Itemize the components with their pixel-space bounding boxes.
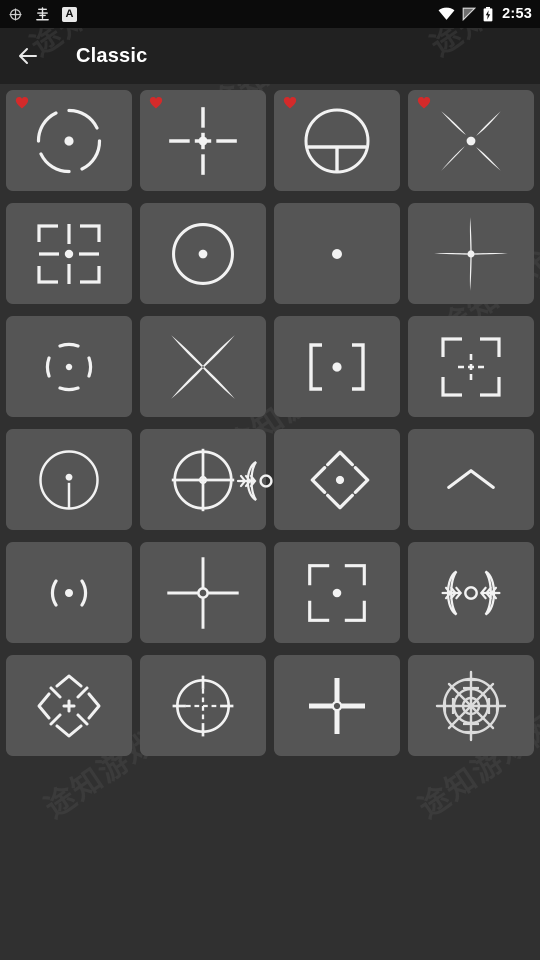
crosshair-tile-camera-frame-dot[interactable] (274, 542, 400, 643)
reticle-radar (435, 670, 507, 741)
crosshair-tile-circle-t-reticle[interactable] (274, 90, 400, 191)
back-button[interactable] (4, 32, 52, 80)
reticle-single-dot (332, 248, 342, 259)
reticle-thick-plus-circle (309, 677, 365, 734)
crosshair-app-icon (9, 8, 22, 20)
status-bar-right-icons: 2:53 (438, 6, 532, 22)
crosshair-tile-arcs-parens-dot[interactable] (6, 316, 132, 417)
translate-badge-icon: A (62, 6, 77, 22)
reticle-petal-frame-plus (37, 674, 101, 737)
game-overlay-icon (36, 6, 49, 20)
crosshair-grid (0, 84, 540, 756)
reticle-diamond-chevrons-dot (310, 450, 370, 509)
favorite-heart-icon[interactable] (149, 96, 163, 109)
crosshair-tile-thin-x[interactable] (140, 316, 266, 417)
crosshair-tile-brackets-dot[interactable] (274, 316, 400, 417)
reticle-plus-small-circle (167, 556, 239, 629)
crosshair-tile-plus-small-circle[interactable] (140, 542, 266, 643)
status-bar-clock: 2:53 (502, 6, 532, 22)
reticle-chevron-up (447, 468, 495, 489)
favorite-heart-icon[interactable] (283, 96, 297, 109)
crosshair-tile-diamond-chevrons-dot[interactable] (236, 429, 400, 530)
status-bar-left-icons: A (8, 6, 77, 22)
reticle-scope-circle-cross (171, 448, 235, 511)
crosshair-tile-chevron-up[interactable] (408, 429, 534, 530)
reticle-dashed-ring-dot (36, 108, 102, 173)
crosshair-tile-thin-tapered-plus[interactable] (408, 203, 534, 304)
crosshair-picker-screen: 途知游戏网 途知游戏网 途知游戏网 途知游戏网 途知游戏网 途知游戏网 途知游戏… (0, 0, 540, 960)
reticle-circle-dot-stem (39, 449, 99, 510)
reticle-arcs-parens-dot (45, 342, 93, 391)
favorite-heart-icon[interactable] (417, 96, 431, 109)
wifi-icon (438, 7, 455, 20)
crosshair-tile-thick-plus-circle[interactable] (274, 655, 400, 756)
reticle-scope-dotted-cross (172, 675, 234, 736)
reticle-frame-corners-plus (441, 336, 501, 397)
favorite-heart-icon[interactable] (15, 96, 29, 109)
crosshair-tile-feather-wings-circle[interactable] (408, 542, 534, 643)
reticle-feather-wings-circle (441, 570, 501, 615)
reticle-feather-wings-overflow (236, 461, 273, 501)
crosshair-tile-gapped-plus-dot[interactable] (140, 90, 266, 191)
reticle-camera-frame-dot (308, 563, 366, 622)
crosshair-tile-tapered-x-dot[interactable] (408, 90, 534, 191)
signal-icon (462, 7, 477, 21)
crosshair-tile-radar-reticle[interactable] (408, 655, 534, 756)
crosshair-tile-petal-frame-plus[interactable] (6, 655, 132, 756)
crosshair-tile-dashed-ring-dot[interactable] (6, 90, 132, 191)
reticle-brackets-dot (309, 342, 365, 391)
crosshair-tile-single-dot[interactable] (274, 203, 400, 304)
crosshair-tile-parens-dot[interactable] (6, 542, 132, 643)
crosshair-tile-circle-dot[interactable] (140, 203, 266, 304)
reticle-gapped-plus-dot (169, 106, 237, 175)
page-title: Classic (76, 44, 148, 67)
battery-charging-icon (483, 6, 493, 21)
reticle-circle-dot (172, 222, 234, 285)
crosshair-tile-corner-brackets-dot[interactable] (6, 203, 132, 304)
reticle-thin-x (171, 334, 235, 399)
reticle-parens-dot (50, 578, 88, 607)
status-bar: A 2:53 (0, 0, 540, 28)
crosshair-tile-circle-dot-stem[interactable] (6, 429, 132, 530)
back-arrow-icon (19, 48, 37, 64)
reticle-corner-brackets-dot (37, 223, 101, 284)
crosshair-tile-frame-corners-plus[interactable] (408, 316, 534, 417)
app-toolbar: Classic (0, 28, 540, 84)
reticle-circle-t (304, 108, 370, 173)
crosshair-tile-scope-dotted-cross[interactable] (140, 655, 266, 756)
reticle-tapered-x-dot (441, 110, 501, 171)
reticle-thin-tapered-plus (434, 216, 508, 291)
